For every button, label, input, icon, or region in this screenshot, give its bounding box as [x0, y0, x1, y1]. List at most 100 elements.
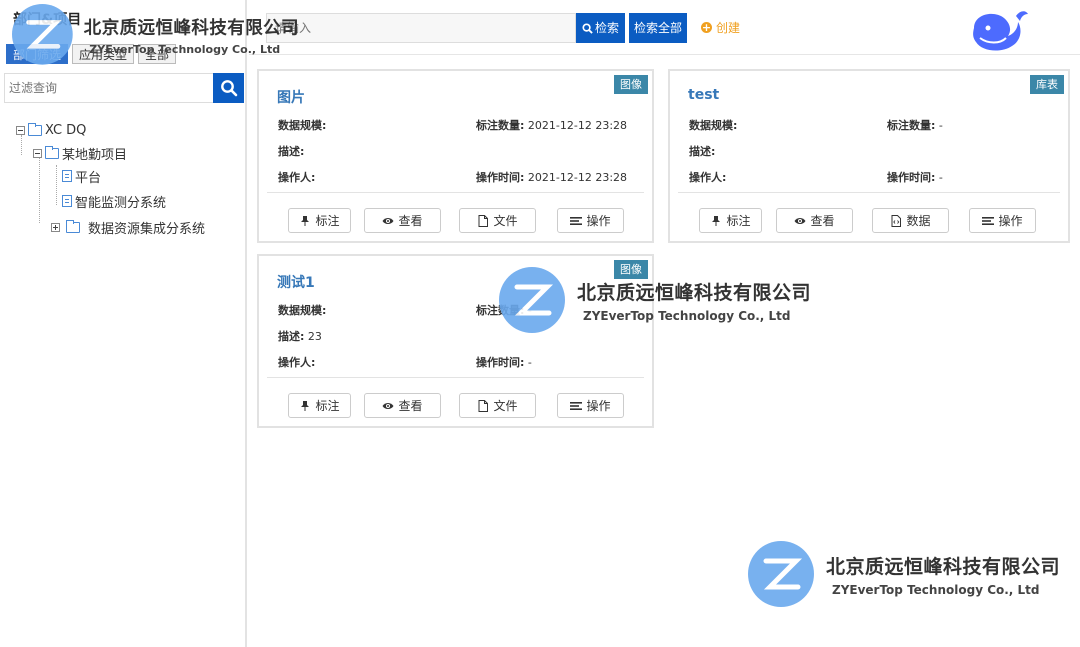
eye-icon: [382, 217, 394, 224]
field-label: 操作人:: [278, 171, 316, 184]
data-button[interactable]: 数据: [872, 208, 949, 233]
field-value: 23: [307, 330, 322, 343]
annotate-button[interactable]: 标注: [288, 393, 351, 418]
field-label: 数据规模:: [278, 119, 327, 132]
field-value: -: [938, 119, 943, 132]
folder-icon: [28, 122, 42, 136]
company-watermark: 北京质远恒峰科技有限公司 ZYEverTop Technology Co., L…: [748, 541, 1060, 607]
button-label: 操作: [586, 214, 611, 228]
dataset-card: 库表 test 数据规模: 标注数量: - 描述: 操作人: 操作时间: - 标…: [668, 69, 1070, 243]
view-button[interactable]: 查看: [776, 208, 853, 233]
operate-button[interactable]: 操作: [557, 208, 624, 233]
tab-app-type[interactable]: 应用类型: [72, 44, 135, 64]
field-description: 描述:: [689, 143, 715, 159]
pin-icon: [301, 215, 310, 226]
watermark-company-en: ZYEverTop Technology Co., Ltd: [832, 582, 1040, 597]
search-all-label: 检索全部: [634, 21, 683, 35]
file-button[interactable]: 文件: [459, 393, 536, 418]
button-label: 操作: [586, 399, 611, 413]
field-label: 操作时间:: [476, 356, 525, 369]
tree-node-label: 智能监测分系统: [75, 195, 167, 211]
field-label: 标注数量:: [476, 119, 525, 132]
field-operator: 操作人:: [278, 354, 315, 370]
field-label: 操作时间:: [887, 171, 936, 184]
collapse-toggle-icon[interactable]: [33, 148, 42, 158]
collapse-toggle-icon[interactable]: [16, 125, 25, 135]
button-label: 查看: [398, 214, 423, 228]
create-button[interactable]: + 创建: [701, 19, 740, 36]
button-label: 查看: [810, 214, 835, 228]
card-title[interactable]: 测试1: [277, 272, 315, 292]
top-toolbar: 检索 检索全部 + 创建: [249, 0, 1080, 55]
tree-node-project[interactable]: 某地勤项目: [33, 144, 128, 163]
search-all-button[interactable]: 检索全部: [629, 13, 688, 43]
view-button[interactable]: 查看: [364, 208, 441, 233]
field-annotation-count: 标注数量: -: [476, 302, 532, 318]
field-label: 操作时间:: [476, 171, 525, 184]
search-icon: [582, 22, 593, 34]
document-icon: [62, 195, 72, 207]
sidebar: 部门&项目 部门筛选 应用类型 全部 XC DQ 某地勤项目: [0, 0, 247, 647]
button-label: 标注: [315, 399, 340, 413]
create-label: 创建: [716, 21, 741, 35]
tab-all[interactable]: 全部: [138, 44, 177, 64]
field-value: 2021-12-12 23:28: [527, 171, 628, 184]
sidebar-tabs: 部门筛选 应用类型 全部: [6, 44, 177, 64]
type-badge: 图像: [614, 75, 648, 94]
filter-search-button[interactable]: [213, 73, 244, 103]
folder-icon: [45, 145, 59, 159]
field-label: 操作人:: [689, 171, 727, 184]
button-label: 文件: [493, 214, 518, 228]
tree-node-label: 数据资源集成分系统: [88, 221, 206, 237]
view-button[interactable]: 查看: [364, 393, 441, 418]
button-label: 数据: [906, 214, 931, 228]
pin-icon: [301, 400, 310, 411]
document-icon: [62, 170, 72, 182]
tree-node-label: XC DQ: [45, 122, 87, 138]
search-input[interactable]: [266, 13, 576, 43]
field-operation-time: 操作时间: -: [887, 169, 943, 185]
card-title[interactable]: 图片: [277, 87, 305, 107]
field-value: -: [527, 356, 532, 369]
sidebar-filter: [4, 73, 244, 103]
whale-logo-icon: [973, 11, 1028, 51]
tree-node-xc-dq[interactable]: XC DQ: [16, 121, 86, 139]
card-title[interactable]: test: [688, 87, 719, 103]
field-operation-time: 操作时间: 2021-12-12 23:28: [476, 169, 627, 185]
field-label: 数据规模:: [689, 119, 738, 132]
button-label: 标注: [315, 214, 340, 228]
annotate-button[interactable]: 标注: [699, 208, 762, 233]
type-badge: 库表: [1030, 75, 1064, 94]
filter-input[interactable]: [4, 73, 213, 103]
eye-icon: [382, 402, 394, 409]
tree-node-data-resource[interactable]: 数据资源集成分系统: [51, 218, 206, 237]
tree-node-label: 某地勤项目: [62, 147, 128, 163]
folder-icon: [66, 219, 80, 233]
list-icon: [982, 216, 995, 225]
field-label: 描述:: [278, 145, 305, 158]
search-button[interactable]: 检索: [576, 13, 626, 43]
expand-toggle-icon[interactable]: [51, 222, 60, 232]
tree-node-monitoring[interactable]: 智能监测分系统: [62, 192, 167, 211]
field-label: 标注数量:: [887, 119, 936, 132]
tree-node-platform[interactable]: 平台: [62, 167, 102, 186]
tree-node-label: 平台: [75, 170, 102, 186]
operate-button[interactable]: 操作: [557, 393, 624, 418]
plus-circle-icon: +: [701, 21, 712, 34]
tab-department-filter[interactable]: 部门筛选: [6, 44, 69, 64]
operate-button[interactable]: 操作: [969, 208, 1036, 233]
sidebar-title: 部门&项目: [13, 12, 82, 28]
field-operation-time: 操作时间: -: [476, 354, 532, 370]
field-value: 2021-12-12 23:28: [527, 119, 628, 132]
button-label: 标注: [726, 214, 751, 228]
field-label: 标注数量:: [476, 304, 525, 317]
pin-icon: [712, 215, 721, 226]
dataset-card: 图像 测试1 数据规模: 标注数量: - 描述: 23 操作人: 操作时间: -…: [257, 254, 654, 428]
field-operator: 操作人:: [278, 169, 315, 185]
field-scale: 数据规模:: [278, 117, 326, 133]
field-label: 数据规模:: [278, 304, 327, 317]
button-label: 查看: [398, 399, 423, 413]
file-button[interactable]: 文件: [459, 208, 536, 233]
annotate-button[interactable]: 标注: [288, 208, 351, 233]
field-label: 描述:: [689, 145, 716, 158]
